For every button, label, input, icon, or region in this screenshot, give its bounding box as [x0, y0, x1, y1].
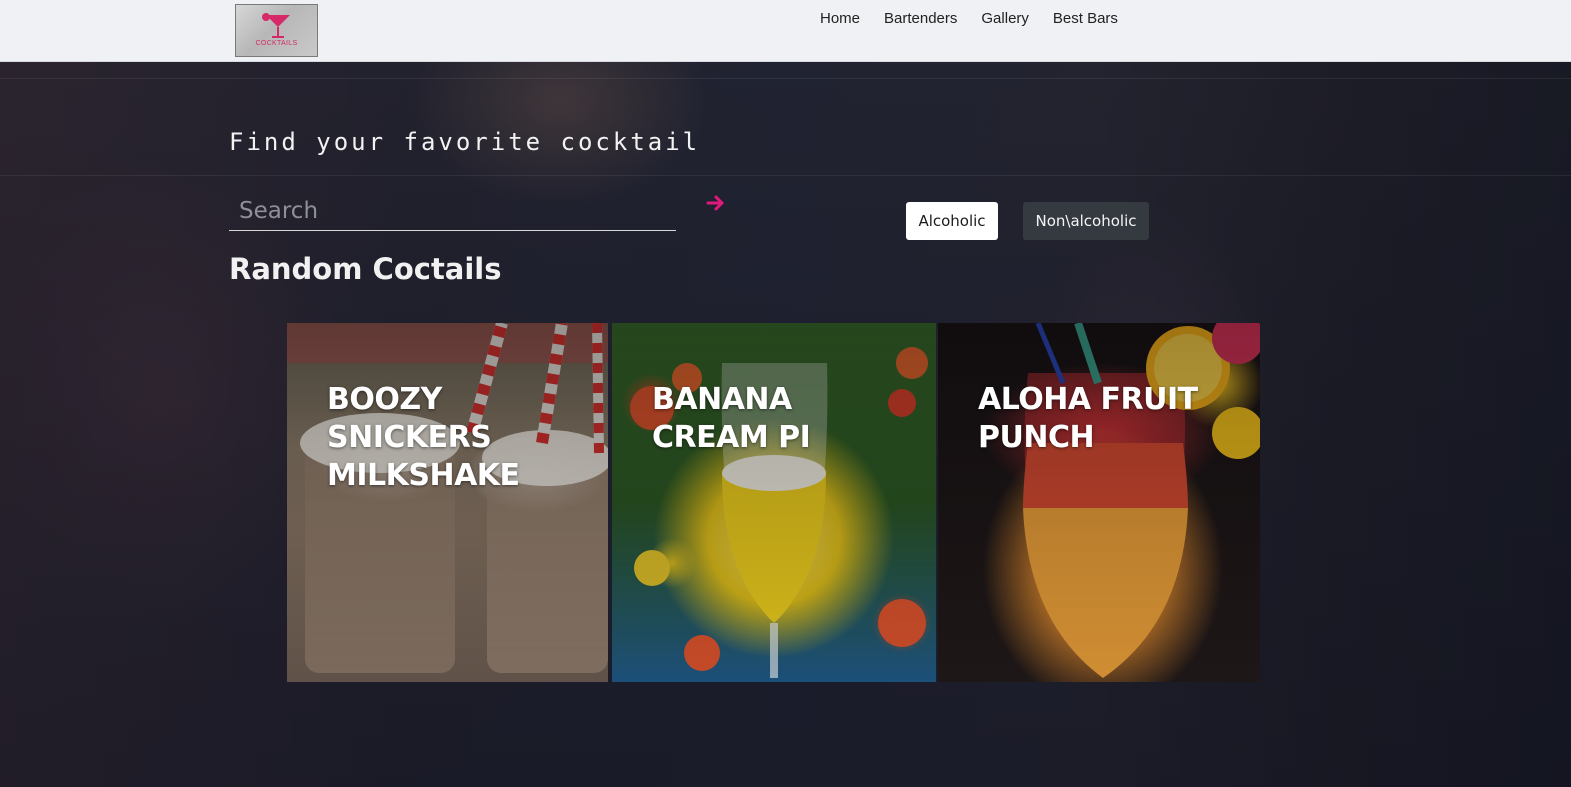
- hero-section: Find your favorite cocktail Alcoholic No…: [0, 62, 1571, 787]
- martini-glass-icon: [262, 13, 290, 38]
- divider: [0, 175, 1571, 176]
- logo-text: COCKTAILS: [255, 40, 298, 47]
- cocktail-cards: Boozy Snickers Milkshake Banana Cream Pi: [287, 323, 1260, 682]
- main-nav: Home Bartenders Gallery Best Bars: [820, 10, 1142, 28]
- nav-bartenders-link[interactable]: Bartenders: [884, 10, 957, 28]
- cocktail-card-boozy-snickers[interactable]: Boozy Snickers Milkshake: [287, 323, 608, 682]
- arrow-right-icon[interactable]: [706, 192, 726, 214]
- card-title: Boozy Snickers Milkshake: [327, 382, 520, 493]
- site-logo[interactable]: COCKTAILS: [235, 4, 318, 57]
- card-overlay: [938, 323, 1260, 682]
- divider: [0, 78, 1571, 79]
- cocktail-card-banana-cream-pi[interactable]: Banana Cream Pi: [612, 323, 936, 682]
- nav-home-link[interactable]: Home: [820, 10, 860, 28]
- non-alcoholic-filter-button[interactable]: Non\alcoholic: [1023, 202, 1149, 240]
- card-title: Aloha Fruit Punch: [978, 382, 1198, 455]
- card-overlay: [612, 323, 936, 682]
- cocktail-card-aloha-fruit-punch[interactable]: Aloha Fruit Punch: [938, 323, 1260, 682]
- hero-title: Find your favorite cocktail: [229, 128, 701, 156]
- nav-gallery-link[interactable]: Gallery: [981, 10, 1029, 28]
- card-overlay: [287, 323, 608, 682]
- search-field: [229, 192, 676, 231]
- card-title: Banana Cream Pi: [652, 382, 811, 455]
- random-cocktails-heading: Random Coctails: [229, 252, 502, 286]
- top-navbar: COCKTAILS Home Bartenders Gallery Best B…: [0, 0, 1571, 62]
- alcoholic-filter-button[interactable]: Alcoholic: [906, 202, 998, 240]
- nav-best-bars-link[interactable]: Best Bars: [1053, 10, 1118, 28]
- search-input[interactable]: [229, 192, 676, 230]
